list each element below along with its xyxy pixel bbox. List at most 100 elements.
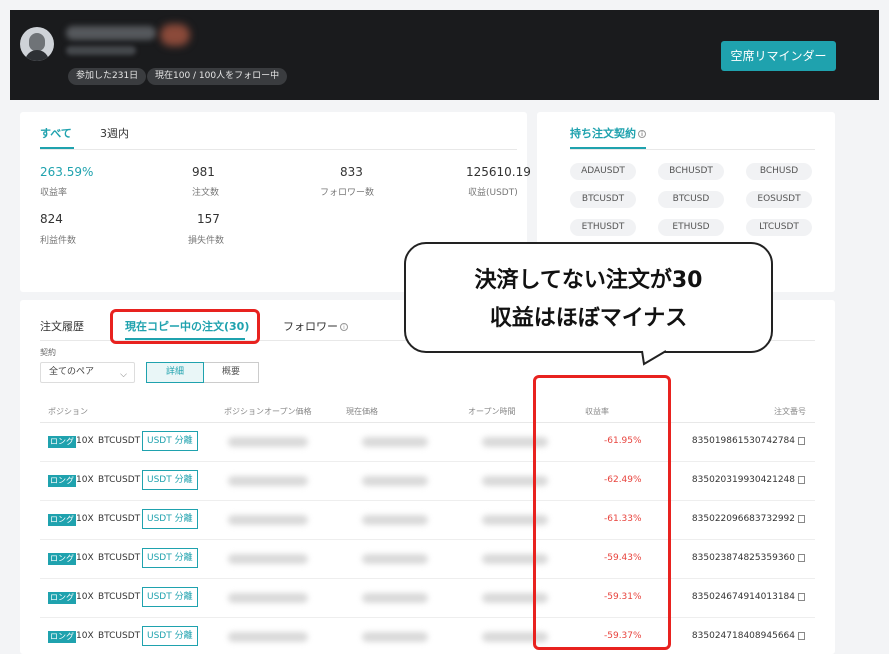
order-number: 835024674914013184 <box>692 592 805 602</box>
pair-select-value: 全てのペア <box>49 367 95 377</box>
blurred-open-price <box>228 593 308 603</box>
blurred-subtitle <box>66 46 136 55</box>
margin-mode-tag: USDT 分離 <box>142 626 198 646</box>
blurred-open-time <box>482 554 548 564</box>
stat-profit-label: 収益(USDT) <box>468 188 518 198</box>
bubble-line-1: 決済してない注文が30 <box>474 268 703 293</box>
table-row[interactable]: ロング 10X BTCUSDT USDT 分離 -61.95% 83501986… <box>40 423 815 462</box>
table-row[interactable]: ロング 10X BTCUSDT USDT 分離 -61.33% 83502209… <box>40 501 815 540</box>
info-icon[interactable]: i <box>340 323 348 331</box>
tab-3-weeks[interactable]: 3週内 <box>100 125 129 141</box>
leverage: 10X <box>76 514 94 524</box>
order-number-text: 835019861530742784 <box>691 436 795 446</box>
speech-bubble: 決済してない注文が30 収益はほぼマイナス <box>404 242 773 353</box>
blurred-badge <box>160 24 190 46</box>
tab-order-history[interactable]: 注文履歴 <box>40 318 84 334</box>
table-row[interactable]: ロング 10X BTCUSDT USDT 分離 -59.37% 83502471… <box>40 618 815 654</box>
symbol: BTCUSDT <box>98 514 141 524</box>
margin-mode-tag: USDT 分離 <box>142 431 198 451</box>
order-number: 835019861530742784 <box>692 436 805 446</box>
copy-icon[interactable] <box>798 631 805 640</box>
bubble-line-2: 収益はほぼマイナス <box>489 306 688 331</box>
pair-chip[interactable]: EOSUSDT <box>746 191 812 208</box>
pair-select[interactable]: 全てのペア ⌵ <box>40 362 135 383</box>
blurred-open-time <box>482 476 548 486</box>
profile-header: 参加した231日 現在100 / 100人をフォロー中 空席リマインダー <box>10 10 879 100</box>
blurred-open-price <box>228 437 308 447</box>
avatar-body <box>25 50 49 61</box>
pair-chip[interactable]: BTCUSD <box>658 191 724 208</box>
blurred-current-price <box>362 593 428 603</box>
leverage: 10X <box>76 475 94 485</box>
return-rate: -59.31% <box>604 592 642 602</box>
tab-followers[interactable]: フォロワー i <box>283 318 348 334</box>
table-row[interactable]: ロング 10X BTCUSDT USDT 分離 -59.43% 83502387… <box>40 540 815 579</box>
return-rate: -59.43% <box>604 553 642 563</box>
return-rate: -61.95% <box>604 436 642 446</box>
blurred-current-price <box>362 437 428 447</box>
copy-icon[interactable] <box>798 553 805 562</box>
copy-icon[interactable] <box>798 475 805 484</box>
col-open-time: オープン時間 <box>468 407 516 416</box>
blurred-open-time <box>482 632 548 642</box>
symbol: BTCUSDT <box>98 436 141 446</box>
margin-mode-tag: USDT 分離 <box>142 548 198 568</box>
table-row[interactable]: ロング 10X BTCUSDT USDT 分離 -59.31% 83502467… <box>40 579 815 618</box>
margin-mode-tag: USDT 分離 <box>142 509 198 529</box>
col-open-price: ポジションオープン価格 <box>224 407 312 416</box>
copy-icon[interactable] <box>798 436 805 445</box>
contracts-title-text: 持ち注文契約 <box>570 127 636 140</box>
blurred-open-price <box>228 476 308 486</box>
long-badge: ロング <box>48 436 76 448</box>
stat-losses-label: 損失件数 <box>188 236 225 246</box>
pair-chip[interactable]: ETHUSD <box>658 219 724 236</box>
copy-icon[interactable] <box>798 514 805 523</box>
order-number-text: 835024674914013184 <box>691 592 795 602</box>
summary-view-toggle[interactable]: 概要 <box>204 362 259 383</box>
order-number-text: 835024718408945664 <box>691 631 795 641</box>
tab-current-copy-orders[interactable]: 現在コピー中の注文(30) <box>125 318 249 334</box>
tab-all[interactable]: すべて <box>40 125 72 141</box>
pair-chip[interactable]: BCHUSD <box>746 163 812 180</box>
info-icon[interactable]: i <box>638 130 646 138</box>
col-current-price: 現在価格 <box>346 407 378 416</box>
pair-chip[interactable]: BCHUSDT <box>658 163 724 180</box>
long-badge: ロング <box>48 514 76 526</box>
long-badge: ロング <box>48 631 76 643</box>
pair-chip[interactable]: BTCUSDT <box>570 191 636 208</box>
long-badge: ロング <box>48 553 76 565</box>
col-position: ポジション <box>48 407 88 416</box>
blurred-open-price <box>228 554 308 564</box>
stat-losses-value: 157 <box>197 212 220 226</box>
stat-return-rate-label: 収益率 <box>40 188 68 198</box>
detail-view-toggle[interactable]: 詳細 <box>146 362 204 383</box>
trader-avatar[interactable] <box>20 27 54 61</box>
stat-return-rate-value: 263.59% <box>40 165 94 179</box>
symbol: BTCUSDT <box>98 553 141 563</box>
return-rate: -59.37% <box>604 631 642 641</box>
order-number-text: 835020319930421248 <box>691 475 795 485</box>
copy-icon[interactable] <box>798 592 805 601</box>
seat-reminder-button[interactable]: 空席リマインダー <box>721 41 836 71</box>
order-number-text: 835022096683732992 <box>691 514 795 524</box>
long-badge: ロング <box>48 592 76 604</box>
table-row[interactable]: ロング 10X BTCUSDT USDT 分離 -62.49% 83502031… <box>40 462 815 501</box>
stat-orders-label: 注文数 <box>192 188 220 198</box>
blurred-trader-name <box>66 26 156 40</box>
blurred-current-price <box>362 515 428 525</box>
blurred-open-time <box>482 437 548 447</box>
order-number: 835020319930421248 <box>692 475 805 485</box>
pair-chip[interactable]: ADAUSDT <box>570 163 636 180</box>
leverage: 10X <box>76 436 94 446</box>
blurred-open-price <box>228 632 308 642</box>
pair-chip[interactable]: ETHUSDT <box>570 219 636 236</box>
chevron-down-icon: ⌵ <box>120 370 127 380</box>
leverage: 10X <box>76 631 94 641</box>
blurred-open-time <box>482 515 548 525</box>
orders-card: 注文履歴 現在コピー中の注文(30) フォロワー i 契約 全てのペア ⌵ 詳細 … <box>20 300 835 654</box>
return-rate: -62.49% <box>604 475 642 485</box>
stat-wins-value: 824 <box>40 212 63 226</box>
pair-chip[interactable]: LTCUSDT <box>746 219 812 236</box>
contracts-title: 持ち注文契約 i <box>570 125 646 141</box>
margin-mode-tag: USDT 分離 <box>142 470 198 490</box>
